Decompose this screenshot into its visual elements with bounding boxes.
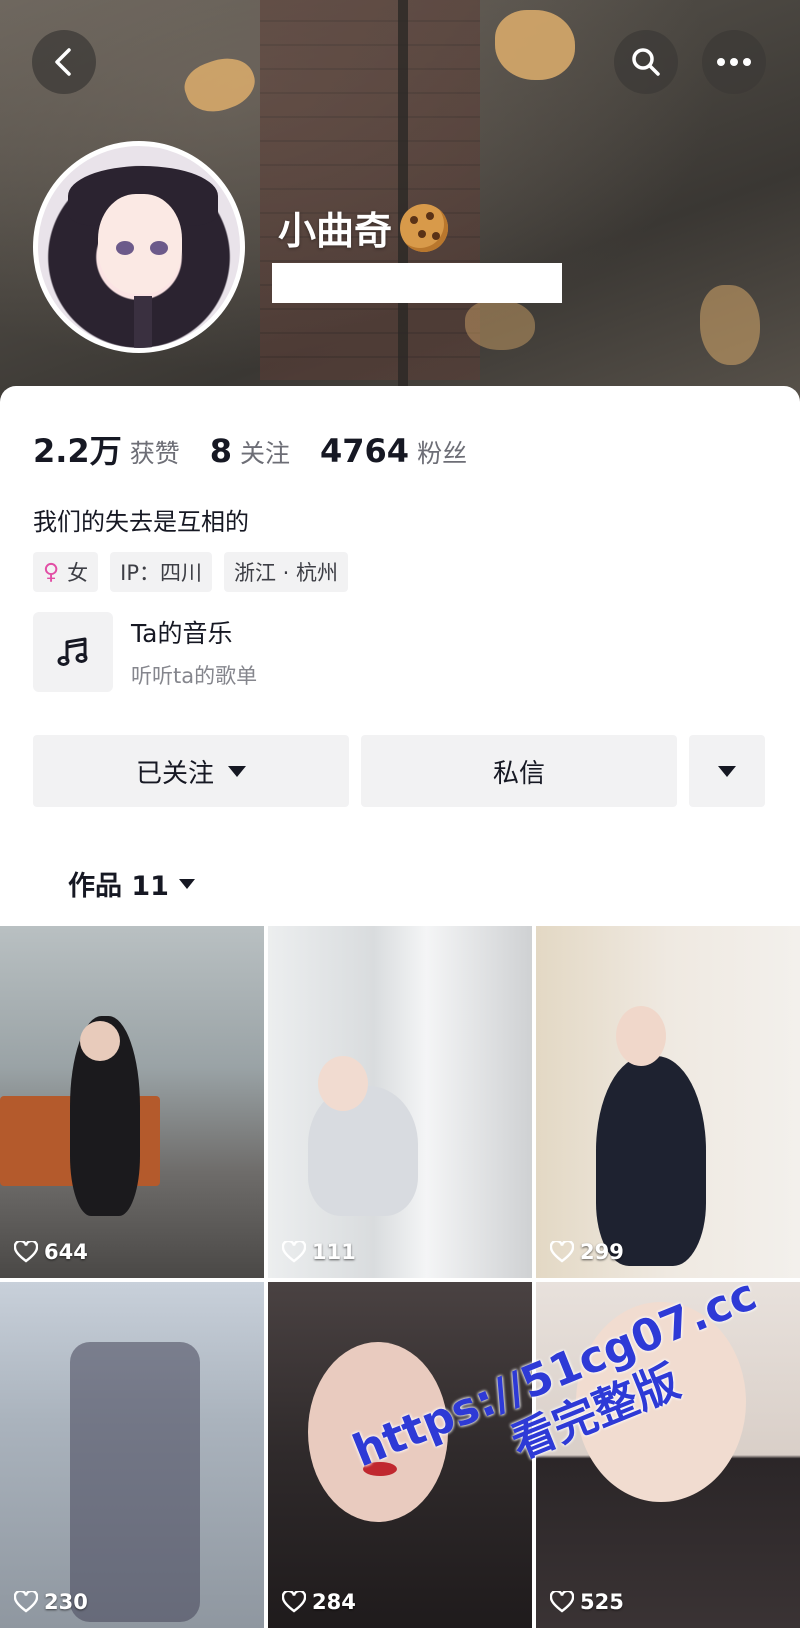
profile-tags: ♀ 女 IP：四川 浙江 · 杭州 <box>33 552 349 592</box>
banner-cat-sticker <box>495 10 575 80</box>
female-icon: ♀ <box>43 559 60 585</box>
avatar[interactable] <box>33 141 245 353</box>
profile-bio: 我们的失去是互相的 <box>33 508 249 536</box>
heart-icon <box>282 1591 306 1613</box>
like-count: 525 <box>550 1590 624 1614</box>
tab-works[interactable]: 作品 11 <box>68 864 195 903</box>
music-entry[interactable]: Ta的音乐 听听ta的歌单 <box>33 612 257 692</box>
search-button[interactable] <box>614 30 678 94</box>
music-title: Ta的音乐 <box>131 619 233 648</box>
tag-ip: IP：四川 <box>110 552 212 592</box>
stat-followers-value: 4764 <box>320 432 410 470</box>
banner-background-wall <box>260 0 480 380</box>
like-count: 299 <box>550 1240 624 1264</box>
music-note-icon <box>33 612 113 692</box>
like-count: 284 <box>282 1590 356 1614</box>
tag-location: 浙江 · 杭州 <box>223 552 349 592</box>
video-tile[interactable]: 230 <box>0 1282 264 1628</box>
followed-button[interactable]: 已关注 <box>33 735 349 807</box>
like-count: 230 <box>14 1590 88 1614</box>
more-horizontal-icon <box>717 58 751 66</box>
stat-likes[interactable]: 2.2万 获赞 <box>33 426 180 472</box>
followed-button-label: 已关注 <box>135 758 214 789</box>
heart-icon <box>14 1241 38 1263</box>
tag-gender-label: 女 <box>67 561 89 585</box>
banner-cat-sticker <box>465 300 535 350</box>
search-icon <box>632 48 660 76</box>
heart-icon <box>14 1591 38 1613</box>
back-button[interactable] <box>32 30 96 94</box>
profile-banner: 小曲奇 <box>0 0 800 420</box>
like-count: 644 <box>14 1240 88 1264</box>
heart-icon <box>550 1241 574 1263</box>
video-tile[interactable]: 644 <box>0 926 264 1278</box>
message-button-label: 私信 <box>492 758 545 789</box>
redacted-id-block <box>272 263 562 303</box>
stat-likes-label: 获赞 <box>129 439 180 468</box>
heart-icon <box>282 1241 306 1263</box>
profile-stats: 2.2万 获赞 8 关注 4764 粉丝 <box>33 426 497 472</box>
cookie-emoji-icon <box>400 203 449 252</box>
profile-nickname: 小曲奇 <box>278 200 449 255</box>
caret-down-icon <box>178 878 195 889</box>
recommend-dropdown-button[interactable] <box>689 735 765 807</box>
video-tile[interactable]: 299 <box>536 926 800 1278</box>
music-subtitle: 听听ta的歌单 <box>131 664 258 688</box>
more-options-button[interactable] <box>702 30 766 94</box>
stat-followers[interactable]: 4764 粉丝 <box>320 432 467 470</box>
heart-icon <box>550 1591 574 1613</box>
like-count: 111 <box>282 1240 356 1264</box>
message-button[interactable]: 私信 <box>361 735 677 807</box>
chevron-left-icon <box>55 48 71 76</box>
banner-cat-sticker <box>700 285 760 365</box>
stat-likes-value: 2.2万 <box>33 432 122 470</box>
video-tile[interactable]: 111 <box>268 926 532 1278</box>
caret-down-icon <box>718 765 736 777</box>
nickname-text: 小曲奇 <box>278 209 393 253</box>
profile-actions: 已关注 私信 <box>33 735 765 807</box>
stat-following[interactable]: 8 关注 <box>210 432 290 470</box>
stat-followers-label: 粉丝 <box>417 439 468 468</box>
stat-following-label: 关注 <box>239 439 290 468</box>
banner-cat-sticker <box>178 49 262 121</box>
stat-following-value: 8 <box>209 432 232 470</box>
tab-works-label: 作品 11 <box>68 871 169 902</box>
caret-down-icon <box>228 765 246 777</box>
tag-gender: ♀ 女 <box>33 552 99 592</box>
